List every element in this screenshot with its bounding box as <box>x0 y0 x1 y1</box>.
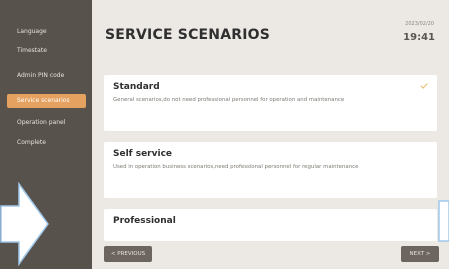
scenario-card-professional[interactable]: Professional <box>104 209 437 241</box>
sidebar-item-language[interactable]: Language <box>7 25 86 39</box>
clock-time: 19:41 <box>403 32 435 43</box>
page-title: SERVICE SCENARIOS <box>105 27 271 43</box>
device-screen: Language Timestate Admin PIN code Servic… <box>0 0 449 269</box>
sidebar-item-timestate[interactable]: Timestate <box>7 44 86 58</box>
date-label: 2023/02/20 <box>405 21 434 27</box>
sidebar-item-complete[interactable]: Complete <box>7 136 86 150</box>
scenario-card-self-service[interactable]: Self service Used in operation business … <box>104 142 437 198</box>
main-panel: SERVICE SCENARIOS 2023/02/20 19:41 Stand… <box>92 0 449 269</box>
scenario-description: Used in operation business scenarios,nee… <box>113 164 359 170</box>
sidebar-item-admin-pin[interactable]: Admin PIN code <box>7 69 86 83</box>
scenario-description: General scenarios,do not need profession… <box>113 97 345 103</box>
scenario-card-standard[interactable]: Standard General scenarios,do not need p… <box>104 75 437 131</box>
scenario-name: Standard <box>113 82 160 92</box>
check-icon <box>420 83 428 89</box>
next-button[interactable]: NEXT > <box>401 246 439 262</box>
sidebar-item-operation-panel[interactable]: Operation panel <box>7 116 86 130</box>
arrow-left-icon <box>438 200 449 242</box>
sidebar-item-service-scenarios[interactable]: Service scenarios <box>7 94 86 108</box>
previous-button[interactable]: < PREVIOUS <box>104 246 152 262</box>
scenario-name: Self service <box>113 149 173 159</box>
arrow-right-icon <box>0 182 49 266</box>
scenario-name: Professional <box>113 216 176 226</box>
